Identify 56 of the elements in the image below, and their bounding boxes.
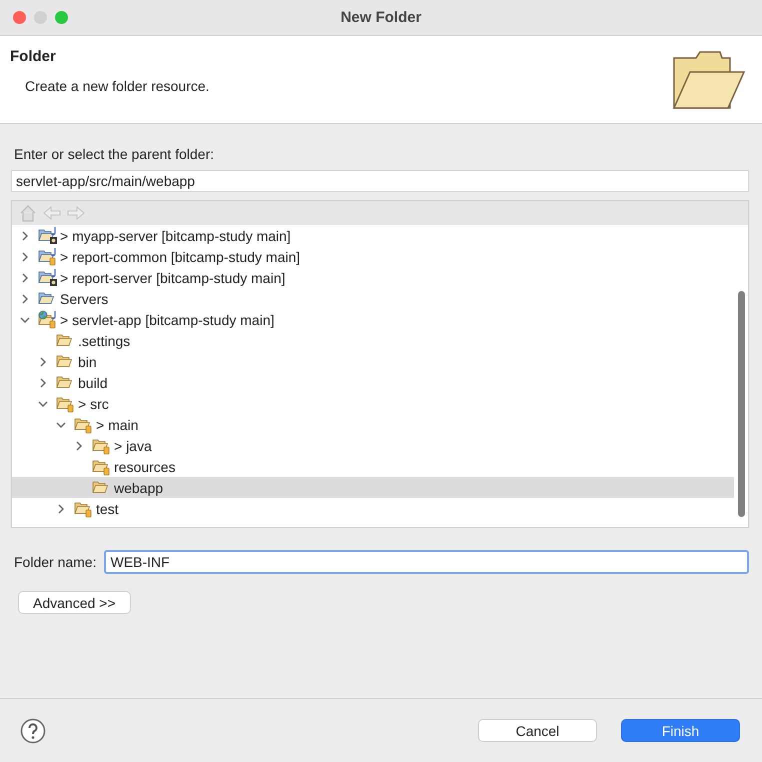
tree-item[interactable]: webapp <box>12 477 734 498</box>
tree-item[interactable]: build <box>12 372 734 393</box>
window-title: New Folder <box>340 9 422 26</box>
chevron-right-icon[interactable] <box>74 440 84 450</box>
tree-item-label: > report-server [bitcamp-study main] <box>60 270 286 286</box>
chevron-right-icon[interactable] <box>38 356 48 366</box>
tree-item[interactable]: > report-common [bitcamp-study main] <box>12 246 734 267</box>
page-description: Create a new folder resource. <box>25 78 210 94</box>
tree-item[interactable]: bin <box>12 351 734 372</box>
tree-item[interactable]: > java <box>12 435 734 456</box>
project-folder-icon <box>38 226 58 245</box>
tree-item-label: > myapp-server [bitcamp-study main] <box>60 228 291 244</box>
chevron-right-icon[interactable] <box>38 378 48 388</box>
tree-item-label: > main <box>96 416 138 432</box>
chevron-right-icon[interactable] <box>20 252 30 262</box>
project-folder-icon <box>38 268 58 287</box>
tree-item-label: > java <box>114 438 152 454</box>
folder-icon <box>672 50 746 110</box>
parent-folder-label: Enter or select the parent folder: <box>14 146 215 162</box>
tree-item[interactable]: > report-server [bitcamp-study main] <box>12 267 734 288</box>
tree-item-label: webapp <box>114 480 164 496</box>
tree-item-label: > servlet-app [bitcamp-study main] <box>60 312 274 328</box>
project-folder-icon <box>38 247 58 266</box>
folder-name-field[interactable]: WEB-INF <box>104 550 749 574</box>
help-icon[interactable] <box>20 718 46 744</box>
tree-item[interactable]: Servers <box>12 288 734 309</box>
folder-name-label: Folder name: <box>14 554 96 570</box>
project-folder-icon <box>38 310 58 329</box>
tree-item[interactable]: > main <box>12 414 734 435</box>
cancel-button[interactable]: Cancel <box>478 719 597 742</box>
tree-item[interactable]: test <box>12 498 734 519</box>
chevron-down-icon[interactable] <box>38 398 48 408</box>
tree-item[interactable]: > servlet-app [bitcamp-study main] <box>12 309 734 330</box>
chevron-down-icon[interactable] <box>20 314 30 324</box>
parent-folder-field[interactable]: servlet-app/src/main/webapp <box>11 170 749 192</box>
scrollbar-thumb[interactable] <box>738 291 744 517</box>
tree-item[interactable]: resources <box>12 456 734 477</box>
tree-item-label: > report-common [bitcamp-study main] <box>60 248 300 264</box>
tree-item[interactable]: .settings <box>12 330 734 351</box>
chevron-right-icon[interactable] <box>20 294 30 304</box>
chevron-right-icon[interactable] <box>56 504 66 514</box>
tree-item-label: build <box>78 374 108 390</box>
tree-item-label: resources <box>114 458 176 474</box>
tree-item-label: test <box>96 500 119 516</box>
tree-item-label: bin <box>78 354 97 370</box>
tree-item-label: .settings <box>78 332 130 348</box>
tree-item-label: > src <box>78 396 109 412</box>
advanced-button[interactable]: Advanced >> <box>18 591 131 614</box>
tree-item[interactable]: > src <box>12 393 734 414</box>
chevron-right-icon[interactable] <box>20 272 30 282</box>
tree-item[interactable]: > myapp-server [bitcamp-study main] <box>12 225 734 246</box>
tree-item-label: Servers <box>60 290 108 306</box>
finish-button[interactable]: Finish <box>621 719 740 742</box>
chevron-right-icon[interactable] <box>20 230 30 240</box>
chevron-down-icon[interactable] <box>56 420 66 430</box>
page-title: Folder <box>10 48 57 65</box>
